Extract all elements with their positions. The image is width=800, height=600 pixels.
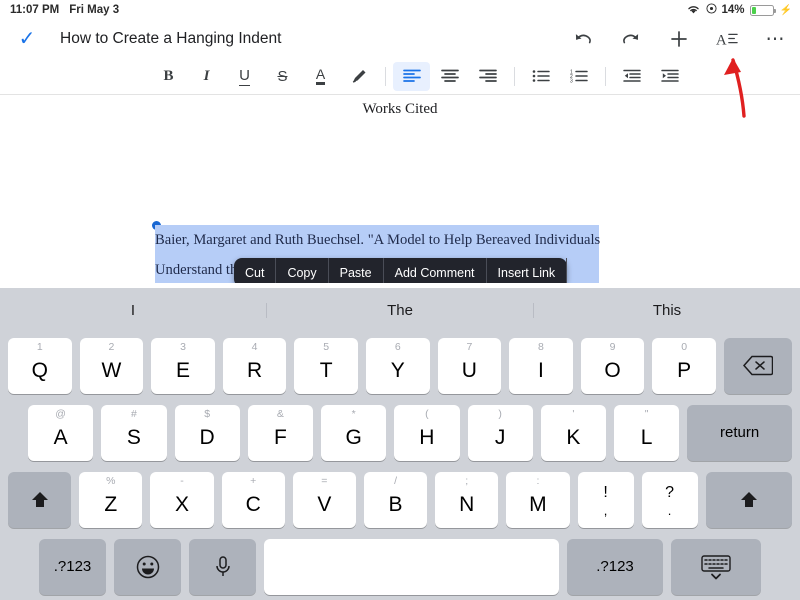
key-j[interactable]: )J: [468, 405, 533, 461]
key-p[interactable]: 0P: [652, 338, 716, 394]
key-t[interactable]: 5T: [294, 338, 358, 394]
key-g[interactable]: *G: [321, 405, 386, 461]
shift-icon-right[interactable]: [706, 472, 792, 528]
strikethrough-button[interactable]: S: [264, 62, 301, 91]
insert-link-button[interactable]: Insert Link: [487, 258, 568, 283]
key-exclamation-comma[interactable]: ! ,: [578, 472, 634, 528]
add-comment-button[interactable]: Add Comment: [384, 258, 487, 283]
shift-icon-left[interactable]: [8, 472, 71, 528]
decrease-indent-icon[interactable]: [613, 62, 650, 91]
numbered-list-icon[interactable]: 1 2 3: [560, 62, 597, 91]
onscreen-keyboard: I The This 1Q 2W 3E 4R 5T 6Y 7U 8I 9O 0P: [0, 288, 800, 600]
cut-button[interactable]: Cut: [234, 258, 276, 283]
key-f[interactable]: &F: [248, 405, 313, 461]
backspace-icon[interactable]: [724, 338, 792, 394]
key-w[interactable]: 2W: [80, 338, 144, 394]
works-cited-heading: Works Cited: [0, 95, 800, 118]
formatting-toolbar: B I U S A: [0, 58, 800, 95]
key-o[interactable]: 9O: [581, 338, 645, 394]
prediction-3[interactable]: This: [534, 303, 800, 318]
battery-icon: [750, 5, 774, 16]
underline-button[interactable]: U: [226, 62, 263, 91]
key-s[interactable]: #S: [101, 405, 166, 461]
bold-button[interactable]: B: [150, 62, 187, 91]
copy-button[interactable]: Copy: [276, 258, 328, 283]
toolbar-divider-1: [385, 67, 386, 86]
status-bar: 11:07 PM Fri May 3 14% ⚡: [0, 0, 800, 20]
key-d[interactable]: $D: [175, 405, 240, 461]
bulleted-list-icon[interactable]: [522, 62, 559, 91]
numbers-key-left[interactable]: .?123: [39, 539, 106, 595]
key-k[interactable]: 'K: [541, 405, 606, 461]
key-h[interactable]: (H: [394, 405, 459, 461]
align-center-icon[interactable]: [431, 62, 468, 91]
key-e[interactable]: 3E: [151, 338, 215, 394]
key-i[interactable]: 8I: [509, 338, 573, 394]
toolbar-divider-2: [514, 67, 515, 86]
key-z[interactable]: %Z: [79, 472, 142, 528]
ipad-docs-editor-screen: 11:07 PM Fri May 3 14% ⚡: [0, 0, 800, 600]
key-b[interactable]: /B: [364, 472, 427, 528]
key-m[interactable]: :M: [506, 472, 569, 528]
key-r[interactable]: 4R: [223, 338, 287, 394]
key-v[interactable]: =V: [293, 472, 356, 528]
prediction-1[interactable]: I: [0, 303, 267, 318]
highlighter-pen-icon[interactable]: [340, 62, 377, 91]
svg-text:3: 3: [570, 79, 573, 84]
microphone-icon[interactable]: [189, 539, 256, 595]
page-title[interactable]: How to Create a Hanging Indent: [60, 30, 281, 48]
citation-line: Baier, Margaret and Ruth Buechsel. "A Mo…: [155, 225, 599, 255]
italic-button[interactable]: I: [188, 62, 225, 91]
text-format-icon[interactable]: A: [716, 30, 738, 48]
status-time: 11:07 PM: [10, 4, 59, 16]
key-x[interactable]: -X: [150, 472, 213, 528]
text-context-menu: Cut Copy Paste Add Comment Insert Link: [234, 258, 567, 283]
document-header: ✓ How to Create a Hanging Indent: [0, 20, 800, 58]
key-c[interactable]: +C: [222, 472, 285, 528]
location-icon: [706, 3, 717, 17]
prediction-2[interactable]: The: [267, 303, 534, 318]
paste-button[interactable]: Paste: [329, 258, 384, 283]
numbers-key-right[interactable]: .?123: [567, 539, 663, 595]
emoji-icon[interactable]: [114, 539, 181, 595]
return-key[interactable]: return: [687, 405, 792, 461]
lightning-bolt-icon: ⚡: [780, 5, 792, 16]
keyboard-row-1: 1Q 2W 3E 4R 5T 6Y 7U 8I 9O 0P: [0, 332, 800, 399]
text-color-button[interactable]: A: [302, 62, 339, 91]
document-body[interactable]: Works Cited Baier, Margaret and Ruth Bue…: [0, 95, 800, 283]
align-right-icon[interactable]: [469, 62, 506, 91]
svg-text:A: A: [716, 33, 727, 49]
key-l[interactable]: "L: [614, 405, 679, 461]
keyboard-row-2: @A #S $D &F *G (H )J 'K "L return: [0, 399, 800, 466]
align-left-icon[interactable]: [393, 62, 430, 91]
plus-icon[interactable]: [668, 29, 690, 49]
key-question-period[interactable]: ? .: [642, 472, 698, 528]
keyboard-row-3: %Z -X +C =V /B ;N :M ! , ? .: [0, 466, 800, 533]
key-n[interactable]: ;N: [435, 472, 498, 528]
wifi-icon: [686, 3, 701, 18]
key-y[interactable]: 6Y: [366, 338, 430, 394]
keyboard-row-4: .?123 .?123: [0, 533, 800, 600]
space-key[interactable]: [264, 539, 559, 595]
key-a[interactable]: @A: [28, 405, 93, 461]
checkmark-icon[interactable]: ✓: [14, 29, 40, 49]
redo-icon[interactable]: [620, 31, 642, 47]
battery-percent: 14%: [722, 4, 745, 16]
key-u[interactable]: 7U: [438, 338, 502, 394]
predictive-text-bar: I The This: [0, 288, 800, 332]
status-date: Fri May 3: [69, 4, 119, 16]
toolbar-divider-3: [605, 67, 606, 86]
undo-icon[interactable]: [572, 31, 594, 47]
hide-keyboard-icon[interactable]: [671, 539, 761, 595]
key-q[interactable]: 1Q: [8, 338, 72, 394]
increase-indent-icon[interactable]: [651, 62, 688, 91]
more-options-icon[interactable]: ⋯: [764, 30, 786, 49]
